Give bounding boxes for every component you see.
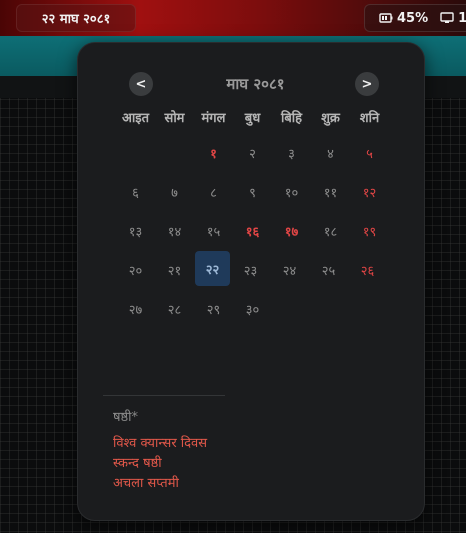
calendar-grid: १ २ ३ ४ ५ ६ ७ ८ ९ १० ११ १२ १३ १४ १५ १६ १… [116,133,389,328]
weekday-header: आइत सोम मंगल बुध बिहि शुक्र शनि [116,105,389,129]
day-cell-holiday[interactable]: १७ [272,211,311,250]
day-cell[interactable]: १८ [311,211,350,250]
day-cell [155,133,194,172]
display-value: 1 [458,10,466,26]
prev-month-button[interactable]: < [129,72,153,96]
top-panel: २२ माघ २०८१ 45% 1 [0,0,466,36]
day-cell[interactable]: २५ [309,250,348,289]
date-indicator[interactable]: २२ माघ २०८१ [16,4,136,32]
day-cell-saturday[interactable]: १२ [350,172,389,211]
weekday-saturday: शनि [359,111,380,126]
day-cell[interactable]: ३० [233,289,272,328]
event-item: विश्व क्यान्सर दिवस [113,436,208,451]
day-cell[interactable]: ९ [233,172,272,211]
day-cell[interactable]: ४ [311,133,350,172]
day-cell-holiday[interactable]: १ [194,133,233,172]
calendar-week: ६ ७ ८ ९ १० ११ १२ [116,172,389,211]
weekday-tuesday: मंगल [201,111,226,126]
day-cell[interactable]: ६ [116,172,155,211]
day-cell-saturday[interactable]: १९ [350,211,389,250]
day-cell[interactable]: २७ [116,289,155,328]
calendar-week: १३ १४ १५ १६ १७ १८ १९ [116,211,389,250]
day-cell-saturday[interactable]: ५ [350,133,389,172]
day-cell [116,133,155,172]
calendar-week: २० २१ २२ २३ २४ २५ २६ [116,250,389,289]
weekday-wednesday: बुध [244,111,261,126]
status-indicators[interactable]: 45% 1 [364,4,466,32]
next-month-button[interactable]: > [355,72,379,96]
day-cell-today[interactable]: २२ [195,251,230,286]
day-cell[interactable]: ८ [194,172,233,211]
day-cell[interactable]: २१ [155,250,194,289]
events-list: विश्व क्यान्सर दिवस स्कन्द षष्ठी अचला सप… [113,434,207,494]
day-cell-saturday[interactable]: २६ [348,250,387,289]
day-cell[interactable]: ११ [311,172,350,211]
event-item: अचला सप्तमी [113,476,179,491]
day-cell[interactable]: २४ [270,250,309,289]
weekday-friday: शुक्र [321,111,340,126]
weekday-monday: सोम [164,111,185,126]
day-cell[interactable]: १३ [116,211,155,250]
day-cell[interactable]: २८ [155,289,194,328]
day-cell[interactable]: २३ [231,250,270,289]
day-cell[interactable]: १५ [194,211,233,250]
day-cell[interactable]: २० [116,250,155,289]
day-cell [311,289,350,328]
event-item: स्कन्द षष्ठी [113,456,162,471]
calendar-popup: < माघ २०८१ > आइत सोम मंगल बुध बिहि शुक्र… [77,42,425,521]
month-title: माघ २०८१ [226,75,285,93]
day-cell[interactable]: ३ [272,133,311,172]
day-cell[interactable]: ७ [155,172,194,211]
details-divider [103,395,225,396]
calendar-week: २७ २८ २९ ३० [116,289,389,328]
day-cell[interactable]: १४ [155,211,194,250]
battery-percent: 45% [397,10,429,26]
weekday-sunday: आइत [121,111,150,126]
battery-icon [379,12,393,24]
day-cell[interactable]: १० [272,172,311,211]
day-cell[interactable]: २ [233,133,272,172]
display-icon [440,12,454,24]
day-cell[interactable]: २९ [194,289,233,328]
day-cell-holiday[interactable]: १६ [233,211,272,250]
calendar-week: १ २ ३ ४ ५ [116,133,389,172]
weekday-thursday: बिहि [280,111,303,126]
date-label: २२ माघ २०८१ [41,12,111,27]
day-cell [272,289,311,328]
day-cell-saturday [350,289,389,328]
tithi-label: षष्ठी* [113,410,139,425]
